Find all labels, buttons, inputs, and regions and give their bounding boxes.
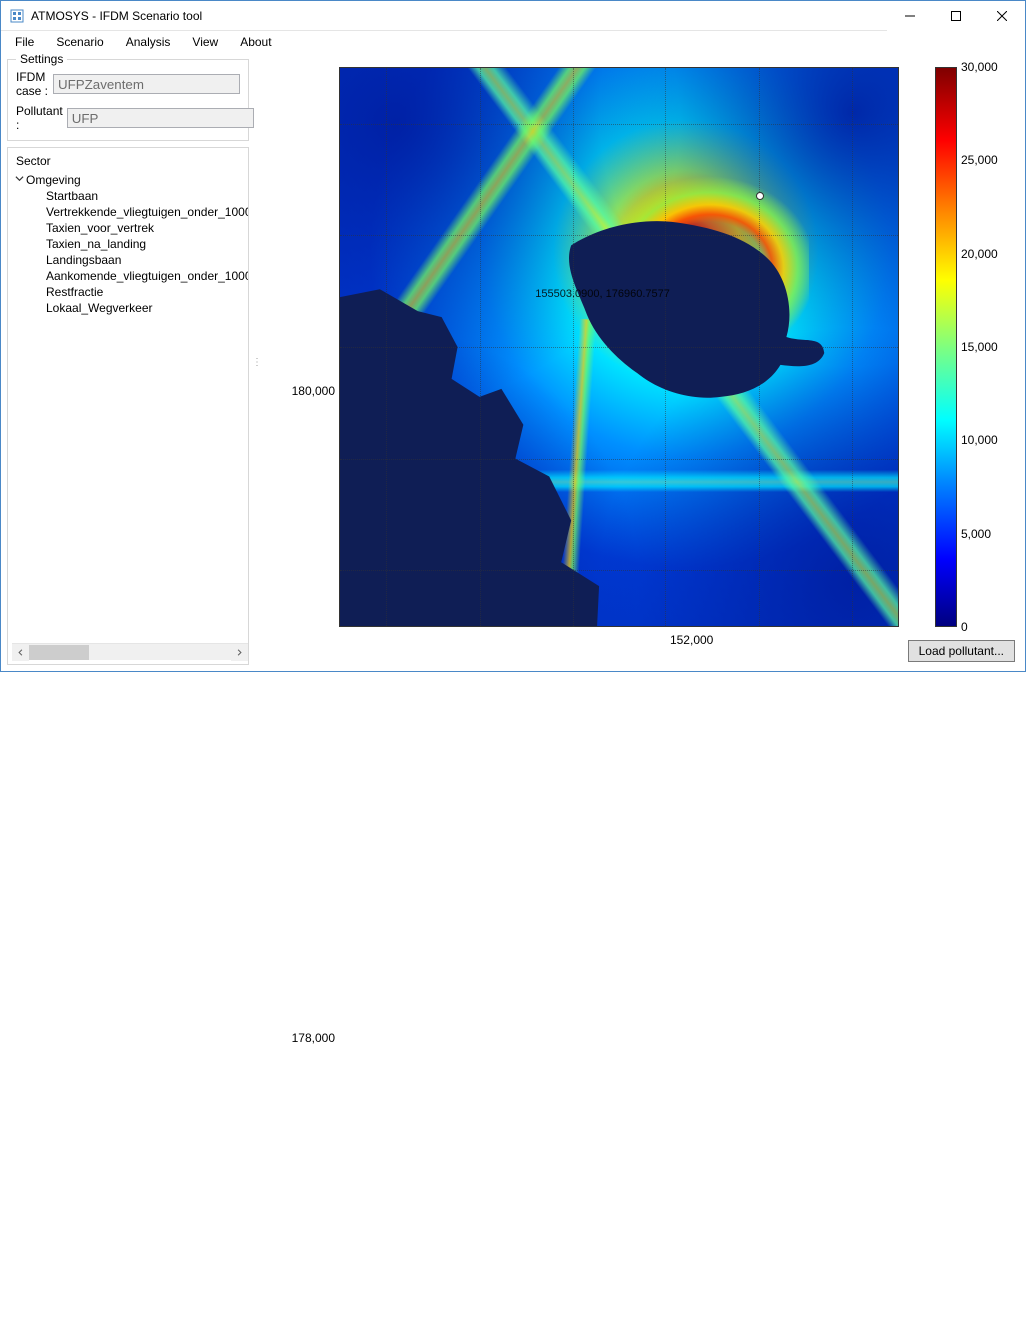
cb-tick: 15,000 [961, 340, 998, 354]
tree-item[interactable]: Aankomende_vliegtuigen_onder_1000m [46, 268, 248, 284]
grid-line [340, 124, 898, 125]
tree-children: Startbaan Vertrekkende_vliegtuigen_onder… [12, 188, 248, 316]
cb-tick: 0 [961, 620, 968, 634]
cb-tick: 5,000 [961, 527, 991, 541]
load-pollutant-button[interactable]: Load pollutant... [908, 640, 1015, 662]
tree-header: Sector [12, 152, 248, 172]
colorbar [935, 67, 957, 627]
menu-file[interactable]: File [5, 33, 44, 51]
y-tick: 180,000 [292, 384, 335, 398]
menubar: File Scenario Analysis View About [1, 31, 1025, 53]
grid-line [340, 570, 898, 571]
content-area: Settings IFDM case : Pollutant : Sector [1, 53, 1025, 671]
pollutant-input[interactable] [67, 108, 254, 128]
tree-item[interactable]: Taxien_na_landing [46, 236, 248, 252]
setting-row-case: IFDM case : [16, 70, 240, 98]
grid-line [340, 235, 898, 236]
settings-legend: Settings [16, 52, 67, 66]
menu-view[interactable]: View [182, 33, 228, 51]
sector-tree-group: Sector Omgeving Startbaan Vertrekkende_v… [7, 147, 249, 665]
maximize-button[interactable] [933, 1, 979, 31]
chevron-down-icon[interactable] [12, 174, 26, 186]
window-controls [887, 1, 1025, 30]
scroll-right-button[interactable] [231, 644, 248, 661]
tree-item[interactable]: Restfractie [46, 284, 248, 300]
coord-readout: 155503.0900, 176960.7577 [535, 288, 670, 300]
menu-about[interactable]: About [230, 33, 281, 51]
cb-tick: 10,000 [961, 433, 998, 447]
left-panel: Settings IFDM case : Pollutant : Sector [7, 59, 249, 665]
window-title: ATMOSYS - IFDM Scenario tool [31, 9, 887, 23]
tree-item[interactable]: Vertrekkende_vliegtuigen_onder_1000m [46, 204, 248, 220]
cb-tick: 25,000 [961, 153, 998, 167]
scroll-thumb[interactable] [29, 645, 89, 660]
chart-area[interactable]: 155503.0900, 176960.7577 152,000 154,000… [263, 59, 1019, 637]
tree-item[interactable]: Lokaal_Wegverkeer [46, 300, 248, 316]
grip-icon: ⋮ [252, 357, 260, 368]
colorbar-gradient [936, 68, 956, 626]
splitter[interactable]: ⋮ [253, 59, 259, 665]
pollutant-label: Pollutant : [16, 104, 63, 132]
cb-tick: 20,000 [961, 247, 998, 261]
menu-scenario[interactable]: Scenario [46, 33, 113, 51]
settings-group: Settings IFDM case : Pollutant : [7, 59, 249, 141]
menu-analysis[interactable]: Analysis [116, 33, 181, 51]
tree-hscrollbar[interactable] [12, 643, 248, 660]
tree-item[interactable]: Startbaan [46, 188, 248, 204]
x-tick: 152,000 [670, 633, 713, 647]
right-panel: 155503.0900, 176960.7577 152,000 154,000… [263, 59, 1019, 665]
app-window: ATMOSYS - IFDM Scenario tool File Scenar… [0, 0, 1026, 672]
case-input[interactable] [53, 74, 240, 94]
minimize-button[interactable] [887, 1, 933, 31]
cb-tick: 30,000 [961, 60, 998, 74]
close-button[interactable] [979, 1, 1025, 31]
sector-tree[interactable]: Omgeving Startbaan Vertrekkende_vliegtui… [12, 172, 248, 641]
grid-line [340, 347, 898, 348]
tree-node-root[interactable]: Omgeving [12, 172, 248, 188]
setting-row-pollutant: Pollutant : [16, 104, 240, 132]
case-label: IFDM case : [16, 70, 49, 98]
tree-item[interactable]: Landingsbaan [46, 252, 248, 268]
titlebar: ATMOSYS - IFDM Scenario tool [1, 1, 1025, 31]
grid-line [340, 459, 898, 460]
tree-root-label: Omgeving [26, 173, 81, 187]
scroll-left-button[interactable] [12, 644, 29, 661]
tree-item[interactable]: Taxien_voor_vertrek [46, 220, 248, 236]
app-icon [9, 8, 25, 24]
y-tick: 178,000 [292, 1031, 335, 1045]
marker-point[interactable] [756, 192, 764, 200]
heatmap-plot[interactable]: 155503.0900, 176960.7577 [339, 67, 899, 627]
bottom-bar: Load pollutant... [263, 637, 1019, 665]
